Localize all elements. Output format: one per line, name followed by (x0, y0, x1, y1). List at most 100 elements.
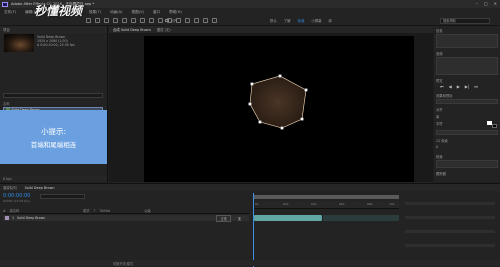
workspace-libraries[interactable]: 库 (329, 18, 332, 23)
col-trkmat: TrkMat (99, 208, 111, 213)
layer-row[interactable]: 1 Solid Deep Brown 正常 无 (3, 214, 249, 222)
puppet-tool-icon[interactable] (212, 18, 217, 23)
layer-column-header: # 源名称 模式 T TrkMat 父级 (3, 208, 249, 214)
next-frame-button[interactable]: ▶| (465, 84, 469, 89)
project-bottom-bar: 8 bpc (0, 176, 107, 182)
roto-tool-icon[interactable] (203, 18, 208, 23)
timeline-panel: 渲染队列 Solid Deep Brown 0:00:00:00 00000 (… (0, 183, 500, 267)
panel-divider (405, 230, 495, 233)
camera-tool-icon[interactable] (131, 18, 136, 23)
prev-frame-button[interactable]: ◀ (449, 84, 452, 89)
menu-file[interactable]: 文件(F) (4, 10, 16, 15)
last-frame-button[interactable]: ⏭ (474, 84, 478, 89)
workspace-small-screen[interactable]: 小屏幕 (311, 18, 321, 23)
selection-tool-icon[interactable] (95, 18, 100, 23)
mask-vertex[interactable] (280, 126, 284, 130)
play-button[interactable]: ▶ (457, 84, 460, 89)
comp-info-duration: Δ 0:00:10:00, 25.00 fps (37, 43, 75, 48)
stroke-color-swatch[interactable] (492, 124, 497, 128)
snap-label: 对齐 (170, 19, 178, 23)
layer-name[interactable]: Solid Deep Brown (17, 216, 45, 220)
info-panel (436, 34, 498, 48)
ruler-tick: 04s (311, 202, 317, 206)
toggle-switches-modes-button[interactable]: 切换开关/模式 (113, 261, 133, 266)
layer-search-input[interactable] (40, 194, 85, 199)
tracking-field[interactable]: 0 (436, 145, 498, 149)
home-tool-icon[interactable] (86, 18, 91, 23)
tracker-panel-header[interactable]: 跟踪器 (436, 171, 498, 176)
audio-panel (436, 57, 498, 75)
panel-divider (405, 216, 495, 219)
info-panel-header[interactable]: 信息 (436, 28, 498, 33)
rotate-tool-icon[interactable] (122, 18, 127, 23)
time-ruler[interactable]: 0s 02s 04s 06s 08s 10s (253, 201, 399, 209)
mask-polygon[interactable] (249, 75, 307, 129)
first-frame-button[interactable]: ⏮ (440, 84, 444, 89)
paragraph-panel-header[interactable]: 段落 (436, 154, 498, 159)
mask-vertex[interactable] (248, 102, 252, 106)
layer-mode-dropdown[interactable]: 正常 (216, 214, 231, 222)
ruler-tick: 02s (283, 202, 289, 206)
tip-text: 首端和尾端相连 (30, 141, 77, 149)
playhead[interactable] (253, 193, 254, 267)
mask-shape-svg[interactable] (144, 36, 414, 200)
font-size-field[interactable]: 12 像素 (436, 138, 498, 143)
audio-panel-header[interactable]: 音频 (436, 51, 498, 56)
menu-effect[interactable]: 效果(T) (89, 10, 101, 15)
tab-project[interactable]: 项目 (3, 27, 10, 32)
tab-layer[interactable]: 图层 (无) (157, 27, 171, 32)
menu-animation[interactable]: 动画(A) (110, 10, 122, 15)
right-panels: 信息 音频 预览 ⏮ ◀ ▶ ▶| ⏭ 效果和预设 对齐 库 字符 12 像素 … (434, 26, 500, 182)
mask-vertex[interactable] (278, 74, 282, 78)
eraser-tool-icon[interactable] (194, 18, 199, 23)
align-panel-header[interactable]: 对齐 (436, 107, 498, 112)
ruler-tick: 0s (255, 202, 259, 206)
libraries-panel-header[interactable]: 库 (436, 114, 498, 119)
lower-right-panel (405, 192, 498, 260)
pen-tool-icon[interactable] (158, 18, 163, 23)
col-source-name[interactable]: 源名称 (10, 208, 20, 213)
mask-vertex[interactable] (300, 117, 304, 121)
project-column-name[interactable]: 名称 (3, 101, 10, 106)
tab-composition[interactable]: 合成 Solid Deep Brown (113, 27, 151, 32)
paragraph-panel (436, 160, 498, 168)
snap-checkbox[interactable] (165, 18, 169, 23)
menu-view[interactable]: 视图(V) (131, 10, 143, 15)
layer-duration-bar[interactable] (254, 215, 322, 221)
effects-search-input[interactable] (436, 99, 498, 104)
hand-tool-icon[interactable] (104, 18, 109, 23)
minimize-button[interactable]: – (476, 1, 478, 6)
workspace-default[interactable]: 默认 (270, 18, 277, 23)
workspace-learn[interactable]: 了解 (284, 18, 291, 23)
col-parent: 父级 (144, 209, 151, 213)
tab-timeline-comp[interactable]: Solid Deep Brown (25, 186, 55, 190)
layer-parent-dropdown[interactable]: 无 (238, 216, 241, 221)
pan-behind-tool-icon[interactable] (140, 18, 145, 23)
panel-divider (405, 202, 495, 205)
mask-vertex[interactable] (258, 120, 262, 124)
mask-vertex[interactable] (304, 88, 308, 92)
menu-window[interactable]: 窗口 (153, 10, 160, 15)
layer-track[interactable] (253, 215, 399, 221)
tab-render-queue[interactable]: 渲染队列 (3, 185, 17, 190)
help-search-placeholder: 搜索帮助 (443, 19, 456, 23)
clone-tool-icon[interactable] (185, 18, 190, 23)
effects-presets-header[interactable]: 效果和预设 (436, 93, 498, 98)
layer-label-color[interactable] (5, 216, 9, 220)
work-area-bar[interactable] (253, 195, 399, 199)
help-search-input[interactable]: 搜索帮助 (440, 17, 490, 24)
preview-panel-header[interactable]: 预览 (436, 78, 498, 83)
menu-help[interactable]: 帮助(H) (169, 10, 182, 15)
maximize-button[interactable]: □ (484, 1, 488, 6)
panel-divider (405, 244, 495, 247)
mask-vertex[interactable] (250, 82, 254, 86)
bit-depth-button[interactable]: 8 bpc (3, 177, 12, 181)
font-family-dropdown[interactable] (436, 130, 498, 135)
workspace-standard[interactable]: 标准 (298, 18, 305, 23)
shape-tool-icon[interactable] (149, 18, 154, 23)
project-search-input[interactable] (3, 93, 103, 98)
zoom-tool-icon[interactable] (113, 18, 118, 23)
timeline-bottom-bar: 切换开关/模式 (0, 260, 500, 266)
composition-canvas[interactable] (144, 36, 414, 200)
close-button[interactable]: ✕ (494, 1, 497, 6)
